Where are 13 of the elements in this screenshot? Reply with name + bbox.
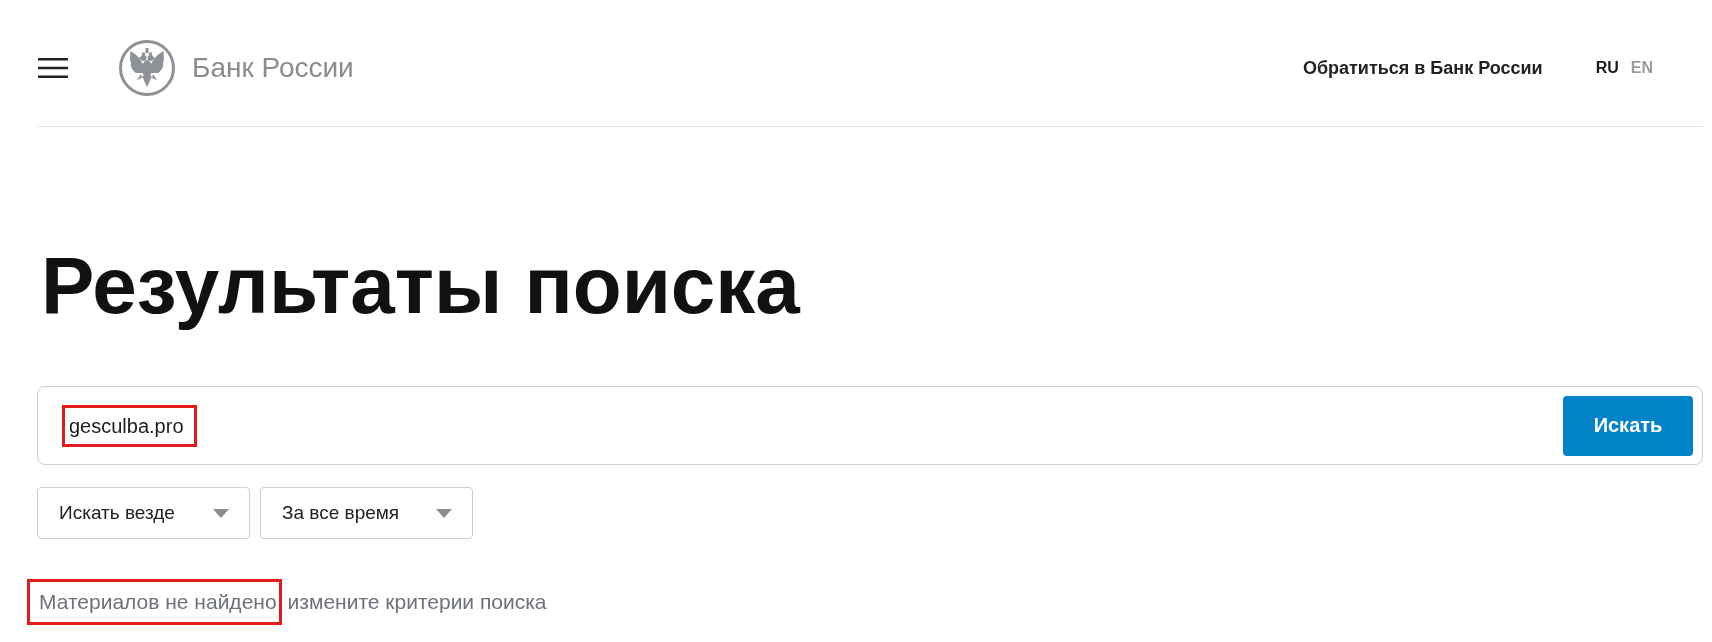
menu-icon[interactable] <box>38 58 68 78</box>
no-results-text: Материалов не найдено <box>39 591 277 613</box>
search-button[interactable]: Искать <box>1563 395 1693 456</box>
filter-dropdown[interactable]: За все время <box>260 487 473 539</box>
filter-dropdown[interactable]: Искать везде <box>37 487 250 539</box>
contact-link[interactable]: Обратиться в Банк России <box>1302 57 1543 79</box>
caret-icon <box>436 508 452 518</box>
search-field[interactable]: gesculba.pro Искать <box>37 386 1703 465</box>
language-link[interactable]: RU <box>1595 59 1619 77</box>
search-query: gesculba.pro <box>69 414 184 437</box>
eagle-emblem-icon[interactable] <box>119 40 175 96</box>
no-results-text: измените критерии поиска <box>287 591 547 613</box>
caret-icon <box>213 508 229 518</box>
